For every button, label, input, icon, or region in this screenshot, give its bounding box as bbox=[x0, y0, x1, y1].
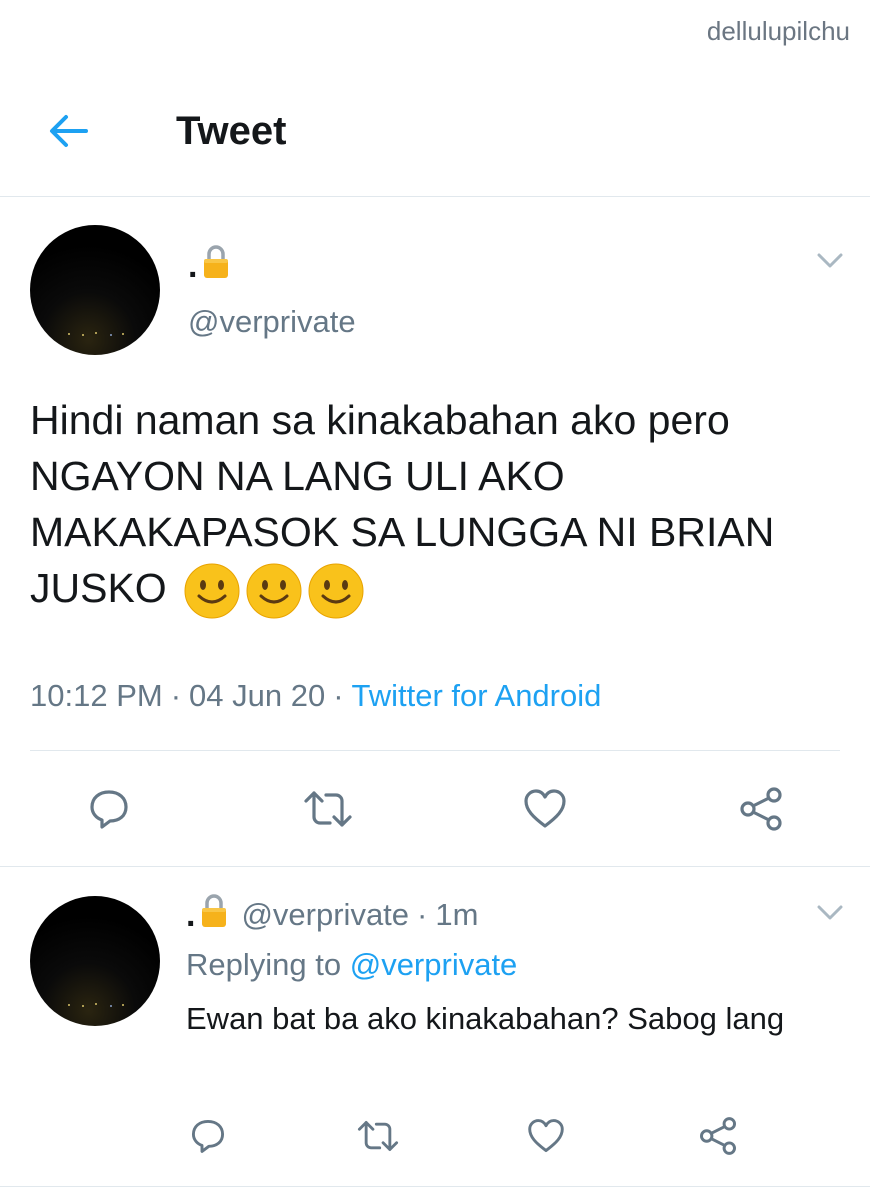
page-title: Tweet bbox=[176, 109, 287, 153]
author-display-name: . bbox=[188, 247, 198, 285]
heart-icon bbox=[528, 1119, 564, 1153]
heart-icon bbox=[524, 789, 566, 828]
divider bbox=[0, 866, 870, 867]
slightly-smiling-face-icon bbox=[184, 563, 240, 619]
reply-avatar[interactable] bbox=[30, 896, 160, 1026]
tweet-body: Hindi naman sa kinakabahan ako pero NGAY… bbox=[30, 397, 775, 611]
meta-separator: · bbox=[333, 678, 344, 713]
avatar-image-detail bbox=[58, 1002, 138, 1008]
share-button[interactable] bbox=[696, 1114, 740, 1158]
arrow-left-icon bbox=[50, 115, 88, 147]
slightly-smiling-face-icon bbox=[308, 563, 364, 619]
reply-icon bbox=[191, 1119, 225, 1153]
meta-separator: · bbox=[170, 678, 182, 713]
tweet-metadata: 10:12 PM · 04 Jun 20 · Twitter for Android bbox=[30, 676, 601, 716]
reply-icon bbox=[90, 790, 128, 829]
slightly-smiling-face-icon bbox=[246, 563, 302, 619]
tweet-menu-button[interactable] bbox=[810, 246, 850, 276]
divider bbox=[30, 750, 840, 751]
like-button[interactable] bbox=[524, 1114, 568, 1158]
reply-handle: @verprivate bbox=[241, 897, 410, 932]
reply-author-row[interactable]: . @verprivate · 1m bbox=[186, 893, 478, 937]
emoji-group bbox=[184, 563, 364, 619]
share-icon bbox=[740, 787, 782, 831]
reply-text: Ewan bat ba ako kinakabahan? Sabog lang bbox=[186, 1001, 785, 1036]
watermark-username: dellulupilchu bbox=[706, 16, 850, 46]
tweet-source-link[interactable]: Twitter for Android bbox=[352, 678, 602, 713]
chevron-down-icon bbox=[817, 905, 843, 920]
chevron-down-icon bbox=[817, 253, 843, 268]
avatar[interactable] bbox=[30, 225, 160, 355]
retweet-icon bbox=[304, 791, 352, 827]
share-button[interactable] bbox=[736, 784, 786, 834]
retweet-icon bbox=[357, 1121, 399, 1151]
author-handle[interactable]: @verprivate bbox=[188, 304, 356, 340]
reply-age: 1m bbox=[435, 897, 479, 932]
like-button[interactable] bbox=[520, 784, 570, 834]
top-app-bar: Tweet bbox=[0, 70, 870, 197]
tweet-date: 04 Jun 20 bbox=[189, 678, 326, 713]
lock-icon bbox=[199, 893, 229, 937]
retweet-button[interactable] bbox=[354, 1114, 402, 1158]
reply-button[interactable] bbox=[186, 1114, 230, 1158]
divider bbox=[0, 1186, 870, 1187]
replying-label: Replying to bbox=[186, 947, 342, 982]
back-button[interactable] bbox=[40, 106, 96, 156]
tweet-time: 10:12 PM bbox=[30, 678, 163, 713]
meta-separator: · bbox=[417, 897, 428, 932]
reply-menu-button[interactable] bbox=[810, 898, 850, 928]
author-name-row[interactable]: . bbox=[188, 244, 231, 288]
avatar-image-detail bbox=[58, 331, 138, 337]
reply-button[interactable] bbox=[84, 784, 134, 834]
tweet-text: Hindi naman sa kinakabahan ako pero NGAY… bbox=[30, 392, 850, 619]
share-icon bbox=[700, 1117, 736, 1155]
replying-to-line: Replying to @verprivate bbox=[186, 947, 517, 983]
lock-icon bbox=[201, 244, 231, 288]
replying-to-mention[interactable]: @verprivate bbox=[350, 947, 518, 982]
retweet-button[interactable] bbox=[300, 784, 356, 834]
reply-display-name: . bbox=[186, 896, 196, 934]
